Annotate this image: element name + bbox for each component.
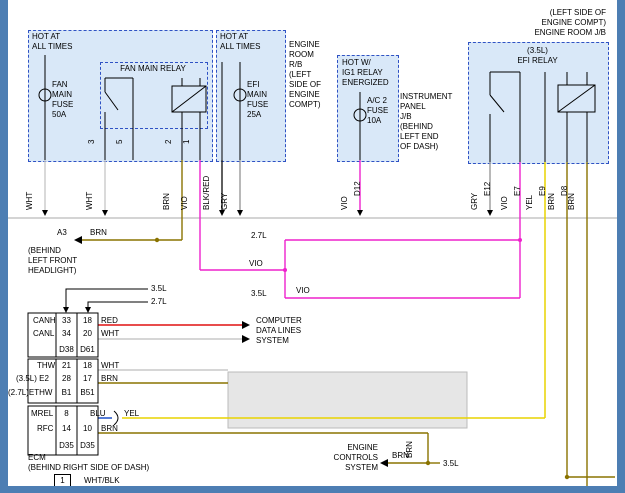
wire-label-brn-ec: BRN	[392, 451, 409, 461]
pin-label-d12: D12	[354, 181, 362, 196]
wire-label-wht-canl: WHT	[101, 329, 119, 339]
ecm-row-canh-pin1: 33	[57, 316, 76, 326]
pin-label-e12: E12	[484, 182, 492, 196]
ac-fuse-internals	[354, 92, 366, 160]
wire-label-vio-relay: VIO	[181, 196, 189, 210]
wire-label-yel-mrel: YEL	[124, 409, 139, 419]
wire-label-red: RED	[101, 316, 118, 326]
wire-label-vio-27: VIO	[249, 259, 263, 269]
wire-label-brn-d8: BRN	[548, 193, 556, 210]
branch-35l-label: 3.5L	[251, 289, 267, 299]
rfc-brn-wire	[98, 433, 440, 467]
wire-label-gry-efi: GRY	[221, 193, 229, 210]
pin-selector-35l-label: 3.5L	[151, 284, 167, 294]
wire-label-wht-fuse: WHT	[26, 192, 34, 210]
hot-at-all-times-label-2: HOT ATALL TIMES	[220, 32, 260, 52]
ecm-row-mrel-name: MREL	[31, 409, 53, 419]
wire-label-brn-e2: BRN	[101, 374, 118, 384]
wire-label-vio-ac: VIO	[341, 196, 349, 210]
ecm-caption: ECM(BEHIND RIGHT SIDE OF DASH)	[28, 453, 149, 473]
ecm-row-canh-pin2: 18	[78, 316, 97, 326]
wire-label-brn-rfc: BRN	[101, 424, 118, 434]
wire-label-blk-red: BLK/RED	[203, 176, 211, 210]
ecm-row-rfc-pin2: 10	[78, 424, 97, 434]
connector-a3-label: A3	[57, 228, 67, 238]
wire-label-vio-35: VIO	[296, 286, 310, 296]
ecm-connector-d38: D38	[57, 345, 76, 355]
relay-pin-5-label: 5	[116, 140, 124, 144]
jb-brn-wires	[565, 162, 615, 486]
variant-35l-label: 3.5L	[443, 459, 459, 469]
fan-main-relay-title: FAN MAIN RELAY	[100, 64, 206, 74]
ecm-row-ethw-pin2: B51	[78, 388, 97, 398]
hot-at-all-times-label-1: HOT ATALL TIMES	[32, 32, 72, 52]
ecm-connector-d35-a: D35	[57, 441, 76, 451]
ecm-row-rfc-pin1: 14	[57, 424, 76, 434]
splice-connector-symbol	[114, 411, 118, 425]
wire-label-wht-blk: WHT/BLK	[84, 476, 120, 486]
wire-label-brn-a3: BRN	[90, 228, 107, 238]
efi-relay-internals	[490, 72, 595, 162]
stub-wires	[42, 160, 493, 216]
ecm-row-e2-name: (3.5L) E2	[16, 374, 49, 384]
ecm-row-e2-pin2: 17	[78, 374, 97, 384]
wire-label-brn-jb: BRN	[568, 193, 576, 210]
ecm-row-ethw-name: (2.7L)ETHW	[8, 388, 52, 398]
ecm-row-thw-name: THW	[37, 361, 55, 371]
efi-relay-title: (3.5L)EFI RELAY	[468, 46, 607, 66]
relay-pin-1-label: 1	[183, 140, 191, 144]
hot-w-ig1-label: HOT W/IG1 RELAYENERGIZED	[342, 58, 389, 88]
wire-label-wht-relay: WHT	[86, 192, 94, 210]
ecm-row-canl-name: CANL	[33, 329, 54, 339]
ecm-row-thw-pin1: 21	[57, 361, 76, 371]
wire-label-brn-relay: BRN	[163, 193, 171, 210]
behind-headlight-caption: (BEHINDLEFT FRONTHEADLIGHT)	[28, 246, 77, 276]
ecm-row-canh-name: CANH	[33, 316, 56, 326]
ecm-row-canl-pin1: 34	[57, 329, 76, 339]
window-border-bottom	[8, 486, 617, 493]
window-border-left	[0, 0, 8, 493]
pin-label-e9: E9	[539, 186, 547, 196]
ecm-row-ethw-pin1: B1	[57, 388, 76, 398]
ecm-row-rfc-name: RFC	[37, 424, 53, 434]
relay-pin-3-label: 3	[88, 140, 96, 144]
computer-data-lines-caption: COMPUTERDATA LINESSYSTEM	[256, 316, 302, 346]
pin-selector-27l-label: 2.7L	[151, 297, 167, 307]
wire-label-vio-e7: VIO	[501, 196, 509, 210]
efi-main-fuse-label: EFIMAINFUSE25A	[247, 80, 268, 120]
wiring-diagram-page: HOT ATALL TIMES FANMAINFUSE50A FAN MAIN …	[0, 0, 625, 493]
pin-label-e7: E7	[514, 186, 522, 196]
wire-label-yel-e9: YEL	[526, 195, 534, 210]
wire-label-wht-thw: WHT	[101, 361, 119, 371]
fan-main-fuse-label: FANMAINFUSE50A	[52, 80, 73, 120]
gray-region	[228, 372, 467, 428]
wire-label-blu: BLU	[90, 409, 106, 419]
ecm-row-thw-pin2: 18	[78, 361, 97, 371]
variant-selector-arrows	[63, 289, 148, 313]
engine-controls-system-caption: ENGINECONTROLSSYSTEM	[318, 443, 378, 473]
ecm-row-canl-pin2: 20	[78, 329, 97, 339]
ecm-row-mrel-pin1: 8	[57, 409, 76, 419]
wire-label-gry-e12: GRY	[471, 193, 479, 210]
relay-pin-2-label: 2	[165, 140, 173, 144]
window-border-right	[617, 0, 625, 493]
ecm-row-e2-pin1: 28	[57, 374, 76, 384]
efi-fuse-internals	[222, 62, 246, 160]
engine-room-jb-caption: (LEFT SIDE OFENGINE COMPT)ENGINE ROOM J/…	[493, 8, 606, 38]
instrument-panel-jb-caption: INSTRUMENTPANELJ/B(BEHINDLEFT ENDOF DASH…	[400, 92, 452, 152]
branch-27l-label: 2.7L	[251, 231, 267, 241]
engine-room-rb-caption: ENGINEROOMR/B(LEFTSIDE OFENGINECOMPT)	[289, 40, 321, 110]
ecm-connector-d35-b: D35	[78, 441, 97, 451]
ac2-fuse-label: A/C 2FUSE10A	[367, 96, 388, 126]
ecm-connector-d61: D61	[78, 345, 97, 355]
can-wires	[98, 321, 250, 343]
